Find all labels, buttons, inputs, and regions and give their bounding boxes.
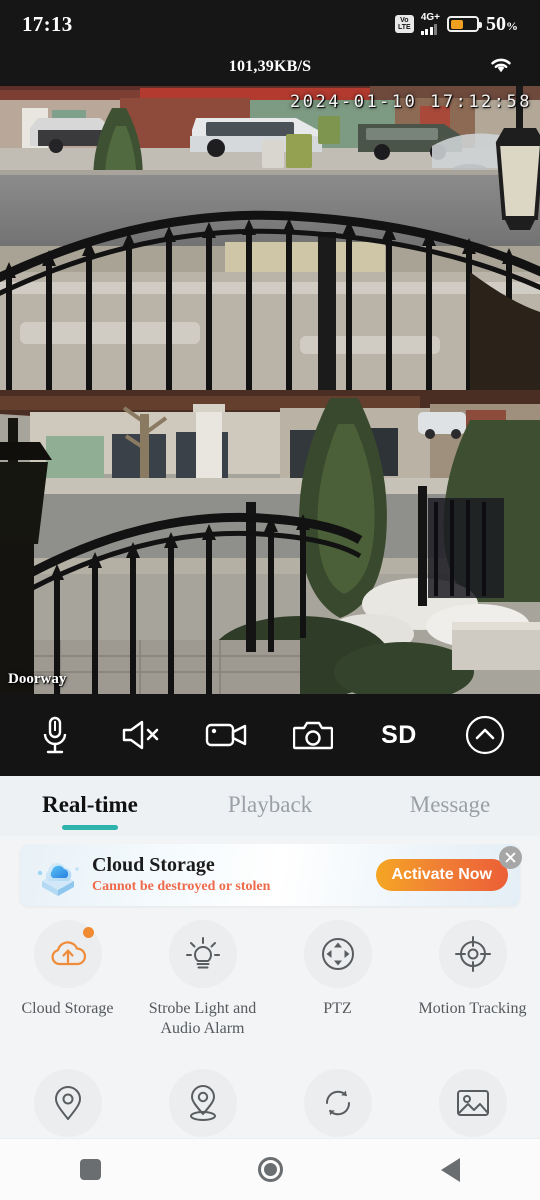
feature-ptz-label: PTZ: [323, 1000, 352, 1017]
lightbulb-icon: [185, 937, 220, 969]
image-gallery-icon-wrap: [438, 1069, 507, 1137]
status-bar: 17:13 Vo LTE 4G+ 50%: [0, 0, 540, 48]
section-tabs: Real-time Playback Message: [0, 776, 540, 836]
cloud-storage-badge: [82, 927, 94, 938]
network-speed-text: 101,39KB/S: [228, 58, 312, 75]
feature-strobe-light-audio-alarm[interactable]: Strobe Light and Audio Alarm: [135, 920, 270, 1039]
quality-sd-label: SD: [381, 720, 417, 749]
feature-strobe-light-label: Strobe Light and Audio Alarm: [148, 1000, 257, 1037]
chevron-up-circle-icon: [465, 715, 505, 755]
network-type-label: 4G+: [420, 12, 440, 23]
banner-title: Cloud Storage: [92, 854, 215, 877]
volte-icon: Vo LTE: [394, 15, 414, 33]
banner-text: Cloud Storage Cannot be destroyed or sto…: [92, 854, 376, 896]
feature-ptz[interactable]: PTZ: [270, 920, 405, 1039]
photo-camera-icon: [293, 721, 333, 750]
wifi-icon: [488, 55, 514, 79]
tab-message[interactable]: Message: [360, 792, 540, 830]
back-triangle-icon: [440, 1157, 460, 1182]
feature-image-gallery[interactable]: [405, 1069, 540, 1137]
location-pin-icon-wrap: [33, 1069, 102, 1137]
video-camera-icon: [205, 723, 247, 747]
signal-icon: 4G+: [420, 12, 440, 35]
network-speed-bar: 101,39KB/S: [0, 48, 540, 86]
tab-message-label: Message: [409, 792, 491, 817]
tab-real-time[interactable]: Real-time: [0, 792, 180, 830]
battery-icon: [447, 16, 482, 32]
camera-feed-2[interactable]: Doorway: [0, 390, 540, 694]
speaker-muted-icon: [122, 720, 159, 750]
camera-1-timestamp: 2024-01-10 17:12:58: [290, 92, 532, 112]
home-circle-icon: [257, 1157, 283, 1182]
motion-tracking-icon-wrap: [438, 920, 507, 988]
camera-feed-1[interactable]: 2024-01-10 17:12:58: [0, 86, 540, 390]
speaker-mute-button[interactable]: [109, 703, 173, 767]
phone-screen: 17:13 Vo LTE 4G+ 50% 101,39KB/S 2024-01-…: [0, 0, 540, 1200]
crosshair-target-icon: [454, 936, 491, 972]
battery-percent: 50%: [486, 12, 518, 35]
strobe-light-icon-wrap: [168, 920, 237, 988]
feature-cloud-storage[interactable]: Cloud Storage: [0, 920, 135, 1039]
record-video-button[interactable]: [195, 703, 259, 767]
feature-motion-tracking[interactable]: Motion Tracking: [405, 920, 540, 1039]
snapshot-button[interactable]: [281, 703, 345, 767]
location-pin-base-icon: [189, 1085, 216, 1121]
camera-2-label: Doorway: [8, 671, 67, 687]
banner-close-icon[interactable]: [499, 846, 522, 869]
quality-sd-button[interactable]: SD: [367, 703, 431, 767]
nav-recents-button[interactable]: [51, 1148, 129, 1192]
refresh-sync-icon: [325, 1090, 350, 1116]
signal-bars-icon: [420, 24, 438, 35]
activate-now-button[interactable]: Activate Now: [375, 859, 508, 891]
feature-motion-tracking-label: Motion Tracking: [418, 1000, 527, 1017]
banner-subtitle: Cannot be destroyed or stolen: [92, 879, 271, 895]
camera-feeds: 2024-01-10 17:12:58 Doorway: [0, 86, 540, 694]
tab-playback[interactable]: Playback: [180, 792, 360, 830]
recents-square-icon: [79, 1159, 101, 1180]
ptz-icon-wrap: [303, 920, 372, 988]
camera-1-image: [0, 86, 540, 390]
camera-2-image: [0, 390, 540, 694]
feature-location-pin[interactable]: [0, 1069, 135, 1137]
image-gallery-icon: [456, 1090, 489, 1116]
cloud-storage-banner[interactable]: Cloud Storage Cannot be destroyed or sto…: [20, 844, 520, 906]
location-pin-base-icon-wrap: [168, 1069, 237, 1137]
feature-grid-row-2: [0, 1055, 540, 1137]
android-nav-bar: [0, 1138, 540, 1200]
location-pin-icon: [54, 1086, 81, 1120]
feature-grid-row-1: Cloud Storage Strobe Light and Audio Ala…: [0, 906, 540, 1039]
cloud-upload-icon: [50, 941, 86, 966]
ptz-pad-icon: [321, 938, 354, 970]
status-clock: 17:13: [22, 11, 73, 36]
tab-active-underline: [62, 825, 118, 830]
microphone-button[interactable]: [23, 703, 87, 767]
tab-real-time-label: Real-time: [42, 792, 138, 817]
microphone-icon: [43, 716, 67, 754]
nav-back-button[interactable]: [411, 1148, 489, 1192]
camera-control-bar: SD: [0, 694, 540, 776]
status-indicators: Vo LTE 4G+ 50%: [394, 12, 518, 36]
nav-home-button[interactable]: [231, 1148, 309, 1192]
promo-banner-wrap: Cloud Storage Cannot be destroyed or sto…: [0, 836, 540, 906]
feature-refresh-sync[interactable]: [270, 1069, 405, 1137]
expand-panel-button[interactable]: [453, 703, 517, 767]
feature-location-pin-base[interactable]: [135, 1069, 270, 1137]
tab-playback-label: Playback: [227, 792, 313, 817]
cloud-storage-icon-wrap: [33, 920, 102, 988]
cloud-logo-icon: [37, 863, 79, 896]
feature-cloud-storage-label: Cloud Storage: [21, 1000, 114, 1017]
refresh-sync-icon-wrap: [303, 1069, 372, 1137]
